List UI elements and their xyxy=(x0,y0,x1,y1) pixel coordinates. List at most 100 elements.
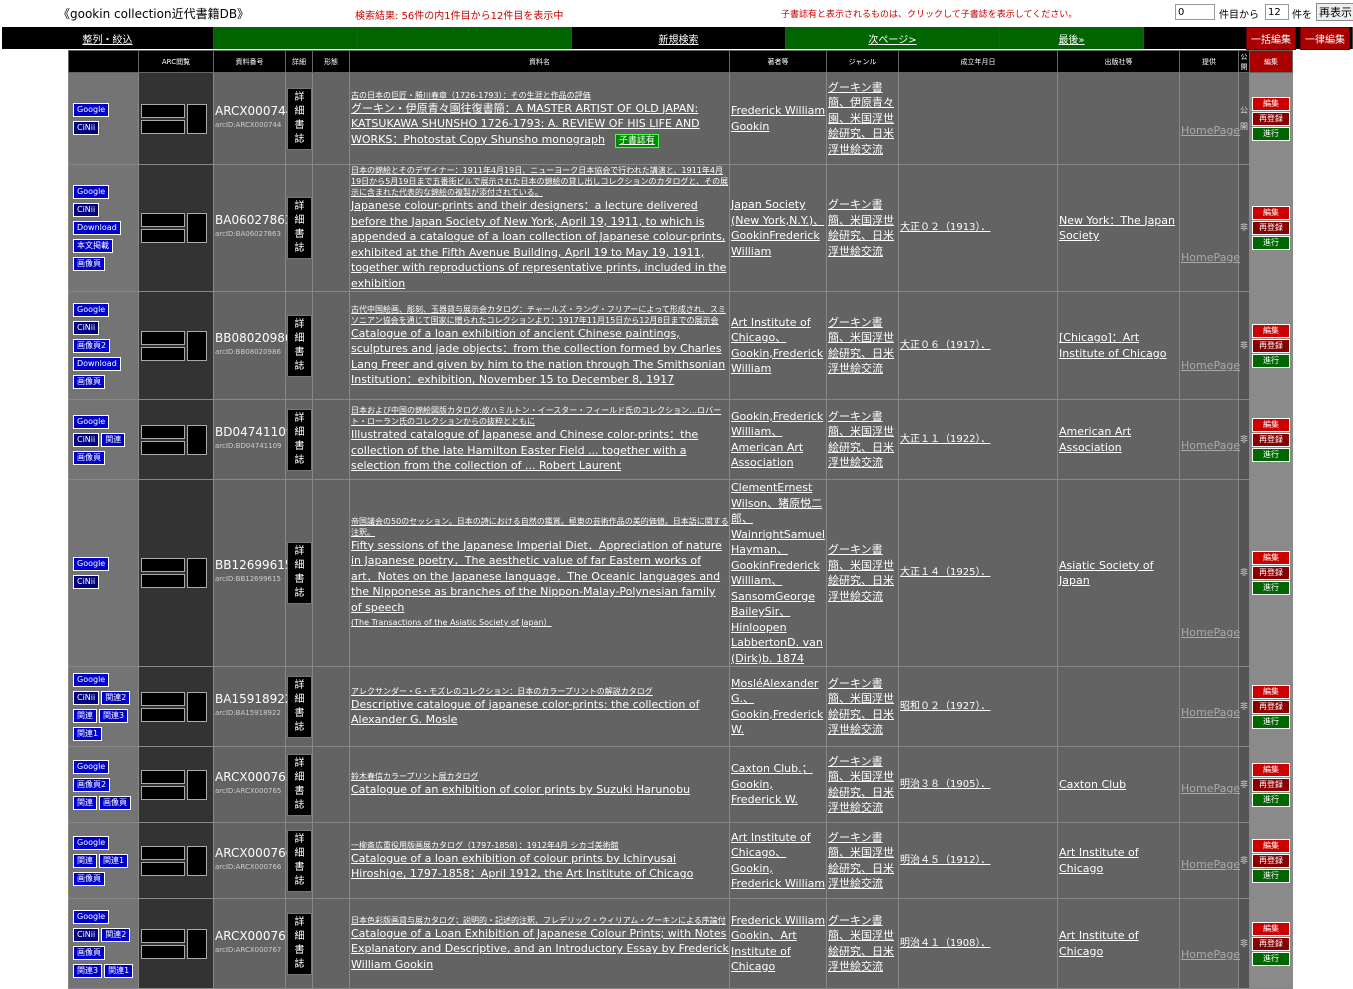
arc-thumbnail[interactable] xyxy=(141,229,185,243)
proceed-button[interactable]: 進行 xyxy=(1252,868,1290,883)
proceed-button[interactable]: 進行 xyxy=(1252,792,1290,807)
search-link-button[interactable]: 画像頁 xyxy=(99,795,131,810)
publisher-link[interactable]: Art Institute of Chicago xyxy=(1059,846,1139,875)
author-link[interactable]: Japan Society (New York,N.Y.)、GookinFred… xyxy=(731,198,824,258)
detail-button[interactable]: 詳細 書誌 xyxy=(287,314,312,377)
publisher-link[interactable]: Asiatic Society of Japan xyxy=(1059,559,1153,588)
publisher-link[interactable]: American Art Association xyxy=(1059,425,1131,454)
proceed-button[interactable]: 進行 xyxy=(1252,714,1290,729)
detail-button[interactable]: 詳細 書誌 xyxy=(287,197,312,259)
edit-button[interactable]: 編集 xyxy=(1252,323,1290,338)
bulk-edit-button[interactable]: 一括編集 xyxy=(1246,26,1296,50)
start-index-input[interactable] xyxy=(1175,4,1215,20)
reregister-button[interactable]: 再登録 xyxy=(1252,111,1290,126)
reregister-button[interactable]: 再登録 xyxy=(1252,566,1290,580)
search-link-button[interactable]: Download xyxy=(73,221,121,235)
date-link[interactable]: 明治４５（1912）． xyxy=(900,855,990,866)
detail-button[interactable]: 詳細 書誌 xyxy=(287,675,312,738)
series-link[interactable]: (The Transactions of the Asiatic Society… xyxy=(351,618,552,627)
homepage-link[interactable]: HomePage xyxy=(1181,626,1240,639)
reregister-button[interactable]: 再登録 xyxy=(1252,221,1290,235)
genre-link[interactable]: グーキン書簡、伊原青々園、米国浮世絵研究、日米浮世絵交流 xyxy=(828,81,894,156)
search-link-button[interactable]: Google xyxy=(73,302,110,317)
new-search-link[interactable]: 新規検索 xyxy=(659,31,699,46)
reregister-button[interactable]: 再登録 xyxy=(1252,432,1290,447)
homepage-link[interactable]: HomePage xyxy=(1181,439,1240,452)
subtitle-link[interactable]: アレクサンダー・G・モズレのコレクション：日本のカラープリントの解説カタログ xyxy=(351,687,653,696)
genre-link[interactable]: グーキン書簡、米国浮世絵研究、日米浮世絵交流 xyxy=(828,316,894,376)
search-link-button[interactable]: 画像頁2 xyxy=(73,777,111,792)
proceed-button[interactable]: 進行 xyxy=(1252,236,1290,250)
homepage-link[interactable]: HomePage xyxy=(1181,782,1240,795)
date-link[interactable]: 昭和０２（1927）． xyxy=(900,701,990,712)
subtitle-link[interactable]: 日本および中国の錦絵図版カタログ:故ハミルトン・イースター・フィールド氏のコレク… xyxy=(351,406,721,426)
genre-link[interactable]: グーキン書簡、米国浮世絵研究、日米浮世絵交流 xyxy=(828,755,894,815)
search-link-button[interactable]: CiNii xyxy=(73,203,100,217)
search-link-button[interactable]: 関連3 xyxy=(99,708,129,723)
publisher-link[interactable]: Art Institute of Chicago xyxy=(1059,929,1139,958)
edit-button[interactable]: 編集 xyxy=(1252,551,1290,565)
search-link-button[interactable]: 画像頁2 xyxy=(73,338,111,353)
subtitle-link[interactable]: 古代中国絵画、彫刻、玉器貸与展示会カタログ：チャールズ・ラング・フリアーによって… xyxy=(351,305,726,325)
arc-thumbnail[interactable] xyxy=(141,845,185,860)
date-link[interactable]: 大正０２（1913）． xyxy=(900,222,990,233)
genre-link[interactable]: グーキン書簡、米国浮世絵研究、日米浮世絵交流 xyxy=(828,198,894,258)
arc-thumbnail[interactable] xyxy=(141,785,185,800)
search-link-button[interactable]: Google xyxy=(73,557,110,571)
proceed-button[interactable]: 進行 xyxy=(1252,951,1290,966)
search-link-button[interactable]: Google xyxy=(73,102,110,117)
subtitle-link[interactable]: 古の日本の巨匠・勝川春章（1726-1793）：その生涯と作品の評価 xyxy=(351,91,591,100)
arc-thumbnail[interactable] xyxy=(141,103,185,118)
homepage-link[interactable]: HomePage xyxy=(1181,251,1240,264)
arc-thumbnail[interactable] xyxy=(141,558,185,572)
homepage-link[interactable]: HomePage xyxy=(1181,706,1240,719)
homepage-link[interactable]: HomePage xyxy=(1181,948,1240,961)
author-link[interactable]: ClementErnest Wilson、猪原悦二郎、WainrightSamu… xyxy=(731,481,825,665)
search-link-button[interactable]: CiNii xyxy=(73,432,100,447)
arc-thumbnail[interactable] xyxy=(187,769,207,800)
search-link-button[interactable]: CiNii xyxy=(73,690,100,705)
search-link-button[interactable]: 関連2 xyxy=(101,927,131,942)
date-link[interactable]: 明治４１（1908）． xyxy=(900,938,990,949)
title-link[interactable]: Descriptive catalogue of japanese color-… xyxy=(351,698,699,727)
search-link-button[interactable]: 関連 xyxy=(73,795,97,810)
search-link-button[interactable]: 関連 xyxy=(73,853,97,868)
arc-thumbnail[interactable] xyxy=(141,440,185,455)
subtitle-link[interactable]: 日本の錦絵とそのデザイナー：1911年4月19日、ニューヨーク日本協会で行われた… xyxy=(351,166,728,197)
reregister-button[interactable]: 再登録 xyxy=(1252,777,1290,792)
arc-thumbnail[interactable] xyxy=(187,330,207,361)
edit-button[interactable]: 編集 xyxy=(1252,96,1290,111)
title-link[interactable]: Catalogue of a Loan Exhibition of Japane… xyxy=(351,927,729,971)
date-link[interactable]: 大正１４（1925）． xyxy=(900,567,990,578)
genre-link[interactable]: グーキン書簡、米国浮世絵研究、日米浮世絵交流 xyxy=(828,543,894,603)
arc-thumbnail[interactable] xyxy=(187,928,207,959)
author-link[interactable]: Gookin,Frederick William、American Art As… xyxy=(731,410,823,470)
publisher-link[interactable]: New York：The Japan Society xyxy=(1059,214,1175,243)
search-link-button[interactable]: 画像頁 xyxy=(73,945,105,960)
arc-thumbnail[interactable] xyxy=(141,346,185,361)
arc-thumbnail[interactable] xyxy=(187,424,207,455)
search-link-button[interactable]: 画像頁 xyxy=(73,871,105,886)
arc-thumbnail[interactable] xyxy=(141,691,185,706)
date-link[interactable]: 大正０６（1917）． xyxy=(900,340,990,351)
sort-filter-link[interactable]: 整列・絞込 xyxy=(83,31,133,46)
search-link-button[interactable]: Download xyxy=(73,356,121,371)
reregister-button[interactable]: 再登録 xyxy=(1252,699,1290,714)
edit-button[interactable]: 編集 xyxy=(1252,762,1290,777)
search-link-button[interactable]: 本文掲載 xyxy=(73,239,113,253)
search-link-button[interactable]: 画像頁 xyxy=(73,257,105,271)
proceed-button[interactable]: 進行 xyxy=(1252,126,1290,141)
search-link-button[interactable]: 画像頁 xyxy=(73,374,105,389)
genre-link[interactable]: グーキン書簡、米国浮世絵研究、日米浮世絵交流 xyxy=(828,914,894,974)
proceed-button[interactable]: 進行 xyxy=(1252,447,1290,462)
proceed-button[interactable]: 進行 xyxy=(1252,581,1290,595)
date-link[interactable]: 明治３８（1905）． xyxy=(900,779,990,790)
search-link-button[interactable]: Google xyxy=(73,909,110,924)
detail-button[interactable]: 詳細 書誌 xyxy=(287,753,312,816)
genre-link[interactable]: グーキン書簡、米国浮世絵研究、日米浮世絵交流 xyxy=(828,410,894,470)
proceed-button[interactable]: 進行 xyxy=(1252,353,1290,368)
next-page-link[interactable]: 次ページ> xyxy=(868,31,916,46)
search-link-button[interactable]: 関連2 xyxy=(101,690,131,705)
subtitle-link[interactable]: 鈴木春信カラープリント展カタログ xyxy=(351,772,479,781)
arc-thumbnail[interactable] xyxy=(141,213,185,227)
